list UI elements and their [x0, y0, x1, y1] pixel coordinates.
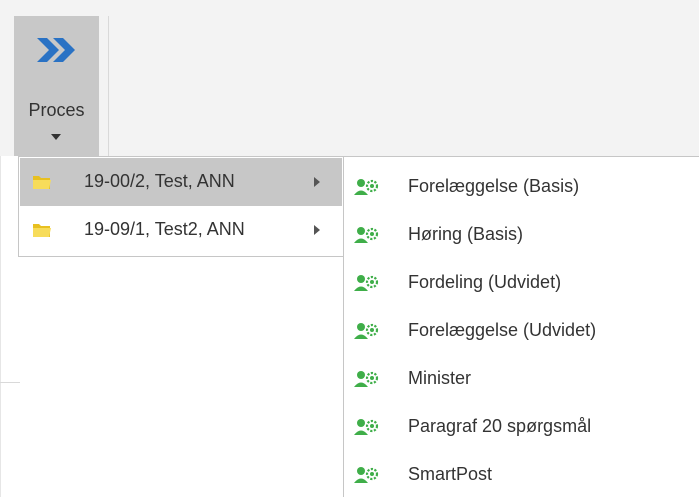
people-gear-icon — [354, 275, 379, 291]
ribbon-toolbar: Proces — [0, 0, 699, 156]
people-gear-icon — [354, 323, 379, 339]
dropdown-arrow-icon — [51, 134, 61, 140]
menu-item-label: 19-09/1, Test2, ANN — [84, 219, 245, 239]
people-gear-icon — [354, 467, 379, 483]
submenu-item-horing-basis[interactable]: Høring (Basis) — [344, 211, 699, 259]
submenu-item-paragraf-20[interactable]: Paragraf 20 spørgsmål — [344, 403, 699, 451]
menu-item-case-1[interactable]: 19-00/2, Test, ANN — [20, 158, 342, 206]
menu-item-case-2[interactable]: 19-09/1, Test2, ANN — [20, 206, 342, 254]
menu-item-label: 19-00/2, Test, ANN — [84, 171, 235, 191]
submenu-item-minister[interactable]: Minister — [344, 355, 699, 403]
divider — [0, 382, 20, 383]
submenu-item-label: Paragraf 20 spørgsmål — [408, 416, 592, 436]
double-chevron-right-icon — [37, 38, 75, 62]
people-gear-icon — [354, 227, 379, 243]
submenu-item-label: Forelæggelse (Udvidet) — [408, 320, 597, 340]
ribbon-separator — [108, 16, 109, 156]
submenu-arrow-icon — [314, 225, 320, 235]
submenu-item-forelaeggelse-udvidet[interactable]: Forelæggelse (Udvidet) — [344, 307, 699, 355]
submenu-item-label: Fordeling (Udvidet) — [408, 272, 562, 292]
people-gear-icon — [354, 419, 379, 435]
people-gear-icon — [354, 179, 379, 195]
case-menu: 19-00/2, Test, ANN 19-09/1, Test2, ANN — [18, 156, 344, 257]
submenu-item-label: Minister — [408, 368, 472, 388]
submenu-item-forelaeggelse-basis[interactable]: Forelæggelse (Basis) — [344, 163, 699, 211]
submenu-item-label: SmartPost — [408, 464, 493, 484]
folder-icon — [33, 176, 51, 189]
proces-label: Proces — [28, 100, 85, 120]
submenu-item-label: Høring (Basis) — [408, 224, 524, 244]
submenu-item-label: Forelæggelse (Basis) — [408, 176, 580, 196]
submenu-item-fordeling-udvidet[interactable]: Fordeling (Udvidet) — [344, 259, 699, 307]
proces-button[interactable]: Proces — [14, 16, 99, 156]
submenu-item-smartpost[interactable]: SmartPost — [344, 451, 699, 499]
people-gear-icon — [354, 371, 379, 387]
folder-icon — [33, 224, 51, 237]
process-submenu: Forelæggelse (Basis) Høring (Basis) Ford… — [343, 156, 699, 497]
submenu-arrow-icon — [314, 177, 320, 187]
